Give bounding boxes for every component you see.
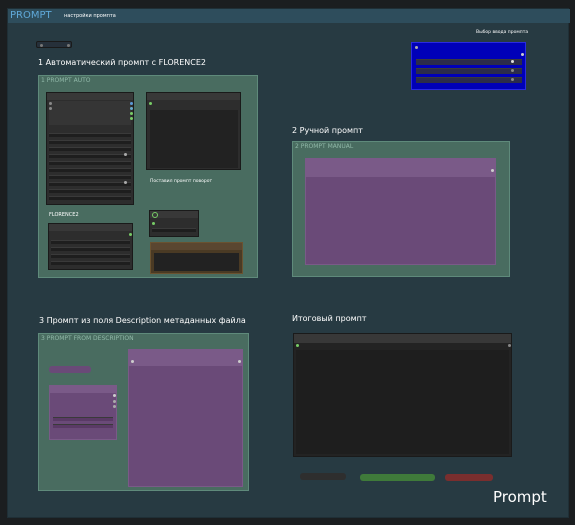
group-prompt-description[interactable]: 3 PROMPT FROM DESCRIPTION — [38, 333, 249, 491]
description-text-node[interactable] — [128, 349, 243, 487]
workspace-header: PROMPT настройки промпта — [8, 9, 570, 23]
watermark-text: Prompt — [493, 488, 547, 506]
output-dot — [129, 233, 132, 236]
widget-row[interactable] — [152, 228, 196, 232]
node-dot — [491, 169, 494, 172]
widget-row[interactable] — [53, 417, 113, 421]
selector-row[interactable] — [416, 77, 522, 83]
widget-row[interactable] — [51, 254, 130, 258]
prompt-choice-label: Выбор ввода промпта — [476, 30, 529, 35]
output-dot — [130, 117, 133, 120]
widget-row[interactable] — [49, 189, 131, 193]
string-node[interactable] — [149, 210, 199, 237]
output-dot — [152, 222, 155, 225]
node-dot — [67, 44, 70, 47]
node-dot — [238, 360, 241, 363]
widget-row[interactable] — [49, 182, 131, 186]
input-dot — [149, 102, 152, 105]
node-header — [306, 159, 495, 177]
note-node[interactable] — [150, 242, 243, 274]
node-header — [129, 350, 242, 366]
florence-label: FLORENCE2 — [49, 212, 79, 218]
toggle-icon[interactable] — [511, 69, 514, 72]
node-dot — [521, 53, 524, 56]
node-header — [147, 93, 240, 100]
node-header — [50, 386, 116, 393]
widget-row[interactable] — [49, 175, 131, 179]
widget-row[interactable] — [49, 147, 131, 151]
collapsed-node[interactable] — [445, 474, 493, 481]
florence-node[interactable] — [46, 92, 134, 205]
widget-row[interactable] — [49, 140, 131, 144]
node-header — [49, 224, 132, 231]
bottom-left-node[interactable] — [48, 223, 133, 270]
preview-area — [150, 110, 238, 168]
output-dot — [130, 102, 133, 105]
description-input-node[interactable] — [49, 385, 117, 440]
output-dot — [508, 344, 511, 347]
collapsed-node[interactable] — [300, 473, 346, 480]
node-dot — [113, 394, 116, 397]
final-text-area[interactable] — [296, 350, 509, 454]
canvas[interactable]: PROMPT настройки промпта Выбор ввода про… — [0, 0, 575, 525]
prompt-choice-node[interactable] — [411, 42, 526, 90]
node-header — [294, 334, 511, 343]
node-dot — [113, 400, 116, 403]
widget-row[interactable] — [53, 424, 113, 428]
toggle-icon[interactable] — [511, 78, 514, 81]
widget-row[interactable] — [51, 261, 130, 265]
rotate-note: Поставил промпт поворот — [150, 179, 213, 184]
node-inputs — [49, 101, 131, 125]
group-label-description: 3 PROMPT FROM DESCRIPTION — [41, 335, 134, 342]
toggle-icon[interactable] — [124, 181, 127, 184]
widget-row[interactable] — [49, 154, 131, 158]
input-dot — [296, 344, 299, 347]
collapsed-node[interactable] — [49, 366, 91, 373]
final-prompt-node[interactable] — [293, 333, 512, 457]
selector-row[interactable] — [416, 68, 522, 74]
node-header — [47, 93, 133, 100]
manual-text-node[interactable] — [305, 158, 496, 265]
node-dot — [113, 405, 116, 408]
selector-row[interactable] — [416, 59, 522, 65]
widget-row[interactable] — [49, 133, 131, 137]
output-dot — [130, 112, 133, 115]
widget-row[interactable] — [51, 247, 130, 251]
preview-node[interactable] — [146, 92, 241, 170]
section-title-description: 3 Промпт из поля Description метаданных … — [39, 316, 246, 325]
section-title-auto: 1 Автоматический промпт с FLORENCE2 — [38, 58, 207, 67]
group-prompt-manual[interactable]: 2 PROMPT MANUAL — [292, 141, 510, 277]
group-prompt-auto[interactable]: 1 PROMPT AUTO Поставил промпт поворот FL… — [38, 75, 258, 278]
note-area[interactable] — [154, 253, 239, 271]
input-dot — [49, 102, 52, 105]
workspace-title: PROMPT — [10, 10, 52, 21]
section-title-final: Итоговый промпт — [292, 314, 367, 323]
widget-row[interactable] — [49, 161, 131, 165]
widget-row[interactable] — [49, 168, 131, 172]
input-dot — [49, 107, 52, 110]
node-dot — [415, 46, 418, 49]
node-header — [151, 243, 242, 250]
node-dot — [40, 44, 43, 47]
group-label-manual: 2 PROMPT MANUAL — [295, 143, 354, 150]
section-title-manual: 2 Ручной промпт — [292, 126, 363, 135]
widget-row[interactable] — [49, 196, 131, 200]
node-dot — [131, 360, 134, 363]
group-label-auto: 1 PROMPT AUTO — [41, 77, 91, 84]
collapsed-node[interactable] — [36, 41, 72, 48]
toggle-icon[interactable] — [124, 153, 127, 156]
collapsed-node[interactable] — [360, 474, 435, 481]
toggle-icon[interactable] — [511, 60, 514, 63]
output-dot — [130, 107, 133, 110]
check-icon[interactable] — [152, 212, 158, 218]
widget-row[interactable] — [51, 240, 130, 244]
workspace-subtitle: настройки промпта — [64, 13, 116, 19]
workspace-group[interactable]: PROMPT настройки промпта Выбор ввода про… — [7, 8, 570, 518]
